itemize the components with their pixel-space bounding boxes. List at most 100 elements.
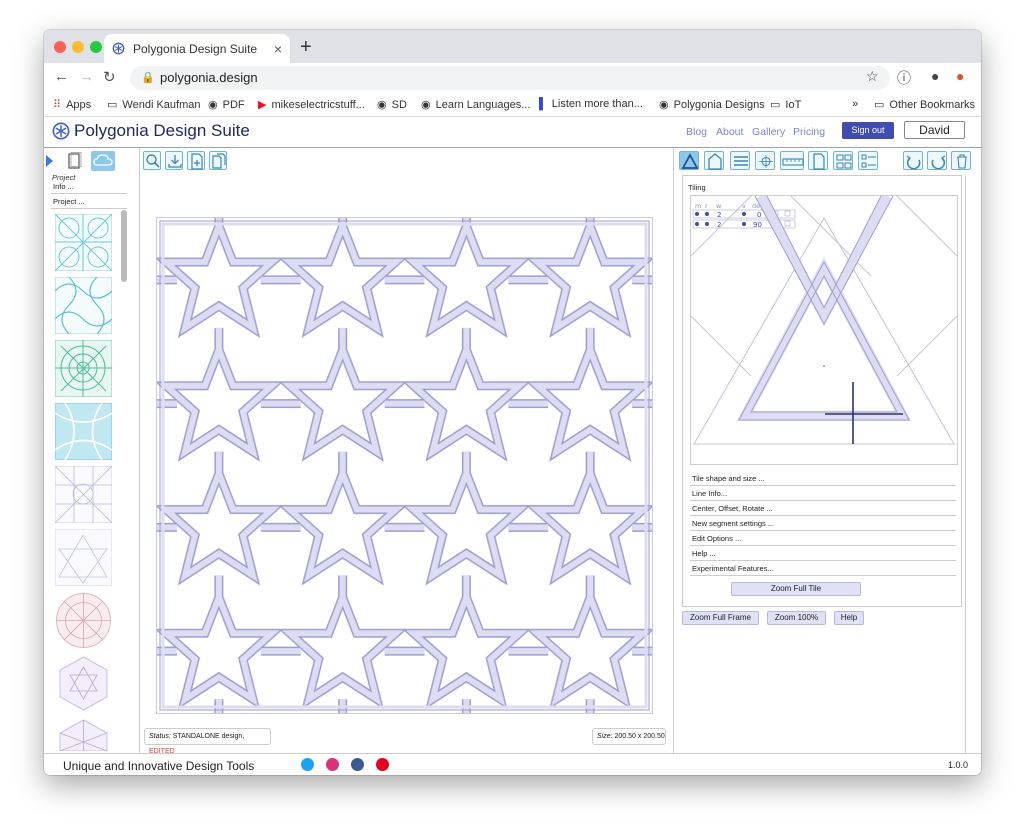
delete-button[interactable] [951, 151, 971, 170]
center-offset-rotate-menu[interactable]: Center, Offset, Rotate ... [690, 502, 956, 516]
design-thumbnail[interactable] [55, 214, 112, 271]
row-dot[interactable] [705, 222, 709, 226]
download-icon [168, 155, 182, 168]
add-page-button[interactable] [187, 151, 205, 170]
grid-button[interactable] [833, 151, 853, 170]
magnifier-icon [146, 154, 160, 168]
page-button[interactable] [808, 151, 828, 170]
nav-about[interactable]: About [716, 126, 743, 138]
nav-pricing[interactable]: Pricing [793, 126, 825, 138]
bookmark-learn[interactable]: ◉ Learn Languages... [421, 98, 530, 111]
twitter-icon[interactable] [301, 758, 314, 771]
user-button[interactable]: David [904, 121, 965, 139]
info-menu[interactable]: Info ... [51, 182, 127, 194]
bookmark-sd[interactable]: ◉ SD [377, 98, 407, 111]
download-button[interactable] [165, 151, 183, 170]
other-bookmarks[interactable]: ▭ Other Bookmarks [874, 98, 975, 111]
new-tab-button[interactable]: + [300, 36, 312, 59]
nav-blog[interactable]: Blog [686, 126, 707, 138]
row-dot[interactable] [695, 212, 699, 216]
right-panel-divider [965, 175, 966, 753]
cloud-icon[interactable] [91, 151, 115, 171]
size-value: 200.50 x 200.50 [614, 733, 665, 740]
edit-options-menu[interactable]: Edit Options ... [690, 532, 956, 546]
line-info-menu[interactable]: Line Info... [690, 487, 956, 501]
center-button[interactable] [755, 151, 775, 170]
pinterest-icon[interactable] [376, 758, 389, 771]
design-thumbnail[interactable] [55, 403, 112, 460]
forward-icon[interactable]: → [79, 68, 94, 85]
browser-tab[interactable]: Polygonia Design Suite × [104, 34, 290, 63]
document-icon[interactable] [64, 151, 84, 171]
house-shape-icon [708, 153, 722, 170]
back-icon[interactable]: ← [54, 68, 69, 85]
copy-page-button[interactable] [209, 151, 227, 170]
update-icon[interactable]: ● [956, 68, 964, 84]
design-thumbnail[interactable] [55, 277, 112, 334]
bookmark-label: Polygonia Designs [673, 99, 765, 111]
bookmark-polygonia[interactable]: ◉ Polygonia Designs [659, 98, 765, 111]
bookmark-apps[interactable]: ⠿ Apps [53, 98, 91, 111]
redo-button[interactable] [927, 151, 947, 170]
undo-button[interactable] [903, 151, 923, 170]
bookmark-mike[interactable]: ▶ mikeselectricstuff... [258, 98, 365, 111]
design-thumbnail[interactable] [55, 718, 112, 751]
help-menu[interactable]: Help ... [690, 547, 956, 561]
tile-house-button[interactable] [704, 151, 724, 170]
expand-panel-icon[interactable] [46, 155, 53, 167]
triangle-icon [681, 153, 699, 169]
row-dot[interactable] [695, 222, 699, 226]
design-thumbnail[interactable] [55, 529, 112, 586]
zoom-tool-button[interactable] [143, 151, 161, 170]
design-canvas[interactable] [156, 217, 653, 714]
lines-button[interactable] [730, 151, 750, 170]
bookmark-pdf[interactable]: ◉ PDF [208, 98, 245, 111]
bookmark-iot[interactable]: ▭ IoT [770, 98, 801, 111]
zoom-full-tile-button[interactable]: Zoom Full Tile [731, 582, 861, 596]
bookmark-star-icon[interactable]: ☆ [866, 68, 879, 85]
tile-triangle-button[interactable] [679, 151, 699, 170]
tile-shape-size-menu[interactable]: Tile shape and size ... [690, 472, 956, 486]
minimize-window-button[interactable] [72, 41, 84, 53]
lock-icon: 🔒 [141, 72, 155, 84]
bookmark-wendi[interactable]: ▭ Wendi Kaufman [107, 98, 200, 111]
row-dot[interactable] [705, 212, 709, 216]
design-thumbnail[interactable] [55, 466, 112, 523]
profile-icon[interactable]: ● [931, 68, 939, 84]
experimental-features-menu[interactable]: Experimental Features... [690, 562, 956, 576]
design-thumbnail[interactable] [55, 592, 112, 649]
flag-icon: ▌ [539, 98, 547, 110]
reload-icon[interactable]: ↻ [103, 68, 116, 86]
app-title: Polygonia Design Suite [74, 121, 250, 140]
instagram-icon[interactable] [326, 758, 339, 771]
zoom-100-button[interactable]: Zoom 100% [767, 611, 826, 625]
tile-view[interactable]: m r w v deg 2 0 2 90 [690, 193, 958, 465]
copy-document-icon [212, 153, 226, 169]
row-dot[interactable] [742, 222, 746, 226]
bookmark-listen[interactable]: ▌ Listen more than... [539, 98, 643, 110]
close-window-button[interactable] [54, 41, 66, 53]
extension-icon[interactable]: ⓘ [897, 68, 911, 88]
row-dot[interactable] [742, 212, 746, 216]
zoom-full-frame-button[interactable]: Zoom Full Frame [682, 611, 759, 625]
url-input[interactable]: 🔒 polygonia.design [130, 66, 890, 90]
design-thumbnail[interactable] [55, 655, 112, 712]
thumbnail-scrollbar[interactable] [121, 210, 127, 282]
help-button[interactable]: Help [834, 611, 864, 625]
facebook-icon[interactable] [351, 758, 364, 771]
tab-title: Polygonia Design Suite [133, 41, 258, 56]
design-thumbnail[interactable] [55, 340, 112, 397]
list-button[interactable] [858, 151, 878, 170]
more-bookmarks-button[interactable]: » [852, 98, 858, 110]
tab-close-icon[interactable]: × [274, 41, 282, 57]
tile-preview[interactable]: m r w v deg 2 0 2 90 [690, 193, 958, 464]
new-segment-settings-menu[interactable]: New segment settings ... [690, 517, 956, 531]
maximize-window-button[interactable] [90, 41, 102, 53]
tiling-panel: Tiling m r w v deg 2 0 2 90 Tile shape a… [674, 148, 981, 753]
app-logo[interactable]: Polygonia Design Suite [52, 121, 250, 141]
nav-gallery[interactable]: Gallery [752, 126, 785, 138]
ruler-button[interactable] [780, 151, 804, 170]
pattern-drawing[interactable] [157, 218, 652, 713]
sign-out-button[interactable]: Sign out [842, 122, 894, 139]
project-menu[interactable]: Project ... [51, 197, 127, 209]
